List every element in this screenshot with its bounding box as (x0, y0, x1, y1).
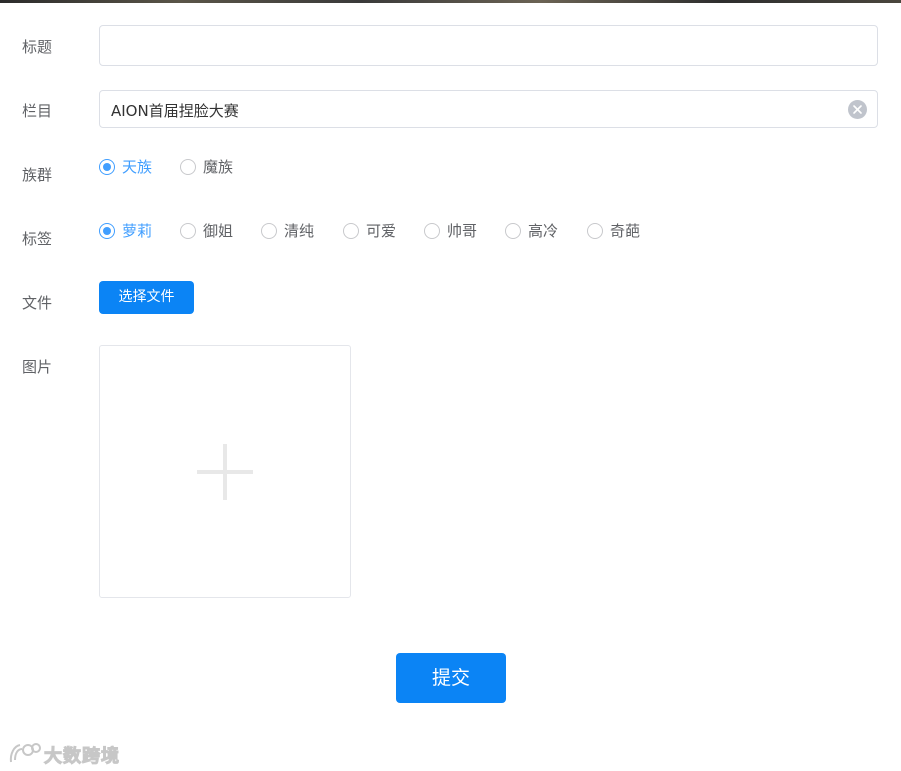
tag-option-label: 奇葩 (610, 222, 641, 240)
watermark-text: 大数跨境 (44, 746, 120, 768)
title-input[interactable] (100, 26, 877, 65)
radio-unchecked-icon (587, 223, 603, 239)
submit-button[interactable]: 提交 (396, 653, 506, 703)
tag-option-label: 帅哥 (447, 222, 478, 240)
title-label: 标题 (22, 38, 53, 56)
radio-checked-icon (99, 159, 115, 175)
watermark-logo-icon (9, 743, 41, 763)
radio-unchecked-icon (424, 223, 440, 239)
radio-unchecked-icon (180, 159, 196, 175)
column-row: 栏目 AION首届捏脸大赛 (0, 90, 901, 128)
race-row: 族群 天族 魔族 (0, 158, 901, 188)
column-select[interactable]: AION首届捏脸大赛 (99, 90, 878, 128)
column-select-value: AION首届捏脸大赛 (111, 102, 239, 120)
title-input-wrapper (99, 25, 878, 66)
tag-radio-group: 萝莉 御姐 清纯 可爱 帅哥 高冷 奇葩 (99, 222, 659, 242)
plus-icon (197, 444, 253, 500)
title-row: 标题 (0, 25, 901, 66)
tag-option-label: 御姐 (203, 222, 234, 240)
radio-unchecked-icon (343, 223, 359, 239)
tag-option-label: 清纯 (284, 222, 315, 240)
tag-row: 标签 萝莉 御姐 清纯 可爱 帅哥 高冷 奇葩 (0, 222, 901, 252)
column-label: 栏目 (22, 102, 53, 120)
choose-file-button[interactable]: 选择文件 (99, 281, 194, 314)
tag-option-label: 可爱 (366, 222, 397, 240)
race-radio-group: 天族 魔族 (99, 158, 299, 178)
radio-unchecked-icon (505, 223, 521, 239)
image-label: 图片 (22, 358, 53, 376)
race-option-label: 魔族 (203, 158, 234, 176)
radio-unchecked-icon (261, 223, 277, 239)
tag-label: 标签 (22, 230, 53, 248)
tag-option-label: 萝莉 (122, 222, 153, 240)
circle-close-icon[interactable] (848, 100, 867, 119)
race-option-label: 天族 (122, 158, 153, 176)
top-banner-strip (0, 0, 901, 3)
race-label: 族群 (22, 166, 53, 184)
radio-unchecked-icon (180, 223, 196, 239)
radio-checked-icon (99, 223, 115, 239)
file-label: 文件 (22, 294, 53, 312)
image-upload-box[interactable] (99, 345, 351, 598)
tag-option-label: 高冷 (528, 222, 559, 240)
